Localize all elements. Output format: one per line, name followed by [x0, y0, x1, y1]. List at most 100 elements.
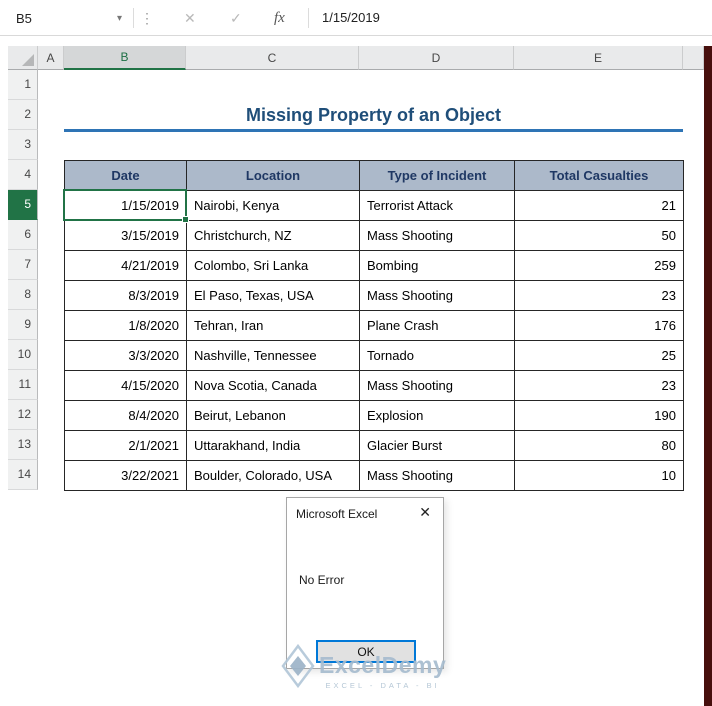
- row-header[interactable]: 7: [8, 250, 38, 280]
- excel-window: B5 ▾ ⋮ ✕ ✓ fx 1/15/2019 A B C D E 1 2 3 …: [0, 0, 712, 706]
- right-edge-strip: [704, 46, 712, 706]
- cell-incident[interactable]: Mass Shooting: [359, 220, 515, 251]
- row-header[interactable]: 10: [8, 340, 38, 370]
- cell-date[interactable]: 4/21/2019: [64, 250, 187, 281]
- column-header-b[interactable]: B: [64, 46, 186, 70]
- cell-location[interactable]: Nairobi, Kenya: [186, 190, 360, 221]
- table-row: 3/3/2020 Nashville, Tennessee Tornado 25: [64, 340, 684, 371]
- table-row: 1/15/2019 Nairobi, Kenya Terrorist Attac…: [64, 190, 684, 221]
- row-header[interactable]: 6: [8, 220, 38, 250]
- table-row: 3/15/2019 Christchurch, NZ Mass Shooting…: [64, 220, 684, 251]
- cell-location[interactable]: Tehran, Iran: [186, 310, 360, 341]
- cell-incident[interactable]: Tornado: [359, 340, 515, 371]
- table-row: 4/21/2019 Colombo, Sri Lanka Bombing 259: [64, 250, 684, 281]
- row-headers: 1 2 3 4 5 6 7 8 9 10 11 12 13 14: [8, 70, 38, 490]
- incident-table: Date Location Type of Incident Total Cas…: [64, 160, 684, 491]
- title-underline: [64, 129, 683, 132]
- cell-incident[interactable]: Mass Shooting: [359, 460, 515, 491]
- cell-incident[interactable]: Mass Shooting: [359, 370, 515, 401]
- table-row: 3/22/2021 Boulder, Colorado, USA Mass Sh…: [64, 460, 684, 491]
- cell-incident[interactable]: Plane Crash: [359, 310, 515, 341]
- sheet-title-cell[interactable]: Missing Property of an Object: [64, 100, 683, 130]
- formula-bar-drag-handle-icon[interactable]: ⋮: [140, 9, 154, 27]
- table-row: 1/8/2020 Tehran, Iran Plane Crash 176: [64, 310, 684, 341]
- table-row: 8/4/2020 Beirut, Lebanon Explosion 190: [64, 400, 684, 431]
- cell-date[interactable]: 8/4/2020: [64, 400, 187, 431]
- insert-function-icon[interactable]: fx: [274, 9, 285, 27]
- cell-casualties[interactable]: 176: [514, 310, 684, 341]
- row-header[interactable]: 2: [8, 100, 38, 130]
- cell-location[interactable]: Nova Scotia, Canada: [186, 370, 360, 401]
- cell-date[interactable]: 3/15/2019: [64, 220, 187, 251]
- row-header[interactable]: 4: [8, 160, 38, 190]
- header-incident[interactable]: Type of Incident: [359, 160, 515, 191]
- row-header[interactable]: 5: [8, 190, 38, 220]
- cell-date[interactable]: 3/3/2020: [64, 340, 187, 371]
- row-header[interactable]: 3: [8, 130, 38, 160]
- exceldemy-watermark: ExcelDemy EXCEL - DATA - BI: [281, 643, 447, 693]
- header-location[interactable]: Location: [186, 160, 360, 191]
- cell-incident[interactable]: Glacier Burst: [359, 430, 515, 461]
- watermark-brand: ExcelDemy: [319, 652, 447, 678]
- cell-date[interactable]: 4/15/2020: [64, 370, 187, 401]
- fill-handle[interactable]: [182, 216, 189, 223]
- name-box-separator: [133, 8, 134, 28]
- cell-location[interactable]: Boulder, Colorado, USA: [186, 460, 360, 491]
- name-box-dropdown-icon[interactable]: ▾: [117, 13, 130, 24]
- cell-date[interactable]: 3/22/2021: [64, 460, 187, 491]
- dialog-message: No Error: [299, 573, 345, 587]
- cell-casualties[interactable]: 21: [514, 190, 684, 221]
- select-all-triangle-icon: [22, 54, 34, 66]
- name-box[interactable]: B5 ▾: [6, 5, 130, 31]
- dialog-close-icon[interactable]: ✕: [419, 504, 431, 521]
- select-all-corner[interactable]: [8, 46, 38, 70]
- cell-location[interactable]: Christchurch, NZ: [186, 220, 360, 251]
- cell-casualties[interactable]: 50: [514, 220, 684, 251]
- column-header-d[interactable]: D: [359, 46, 514, 70]
- cell-casualties[interactable]: 259: [514, 250, 684, 281]
- cell-casualties[interactable]: 80: [514, 430, 684, 461]
- row-header[interactable]: 8: [8, 280, 38, 310]
- table-header-row: Date Location Type of Incident Total Cas…: [64, 160, 684, 191]
- cell-casualties[interactable]: 23: [514, 280, 684, 311]
- exceldemy-logo-icon: [281, 643, 315, 693]
- cell-location[interactable]: Nashville, Tennessee: [186, 340, 360, 371]
- enter-icon[interactable]: ✓: [230, 9, 242, 27]
- cell-location[interactable]: Beirut, Lebanon: [186, 400, 360, 431]
- watermark-tagline: EXCEL - DATA - BI: [325, 681, 440, 690]
- column-header-a[interactable]: A: [38, 46, 64, 70]
- row-header[interactable]: 9: [8, 310, 38, 340]
- column-header-e[interactable]: E: [514, 46, 683, 70]
- row-header[interactable]: 11: [8, 370, 38, 400]
- cell-location[interactable]: Colombo, Sri Lanka: [186, 250, 360, 281]
- cell-casualties[interactable]: 10: [514, 460, 684, 491]
- row-header[interactable]: 14: [8, 460, 38, 490]
- table-row: 8/3/2019 El Paso, Texas, USA Mass Shooti…: [64, 280, 684, 311]
- cell-incident[interactable]: Terrorist Attack: [359, 190, 515, 221]
- cell-incident[interactable]: Mass Shooting: [359, 280, 515, 311]
- table-row: 2/1/2021 Uttarakhand, India Glacier Burs…: [64, 430, 684, 461]
- name-box-value: B5: [16, 10, 32, 26]
- header-casualties[interactable]: Total Casualties: [514, 160, 684, 191]
- cancel-icon[interactable]: ✕: [184, 9, 196, 27]
- cell-incident[interactable]: Explosion: [359, 400, 515, 431]
- cell-casualties[interactable]: 190: [514, 400, 684, 431]
- cell-casualties[interactable]: 23: [514, 370, 684, 401]
- row-header[interactable]: 13: [8, 430, 38, 460]
- cell-date[interactable]: 1/15/2019: [64, 190, 187, 221]
- row-header[interactable]: 12: [8, 400, 38, 430]
- cell-date[interactable]: 2/1/2021: [64, 430, 187, 461]
- column-headers: A B C D E: [8, 46, 704, 70]
- formula-input[interactable]: 1/15/2019: [322, 0, 702, 36]
- dialog-title: Microsoft Excel: [296, 507, 378, 521]
- cell-location[interactable]: El Paso, Texas, USA: [186, 280, 360, 311]
- header-date[interactable]: Date: [64, 160, 187, 191]
- cell-location[interactable]: Uttarakhand, India: [186, 430, 360, 461]
- cell-date[interactable]: 8/3/2019: [64, 280, 187, 311]
- cell-date[interactable]: 1/8/2020: [64, 310, 187, 341]
- column-header-c[interactable]: C: [186, 46, 359, 70]
- table-row: 4/15/2020 Nova Scotia, Canada Mass Shoot…: [64, 370, 684, 401]
- cell-incident[interactable]: Bombing: [359, 250, 515, 281]
- cell-casualties[interactable]: 25: [514, 340, 684, 371]
- row-header[interactable]: 1: [8, 70, 38, 100]
